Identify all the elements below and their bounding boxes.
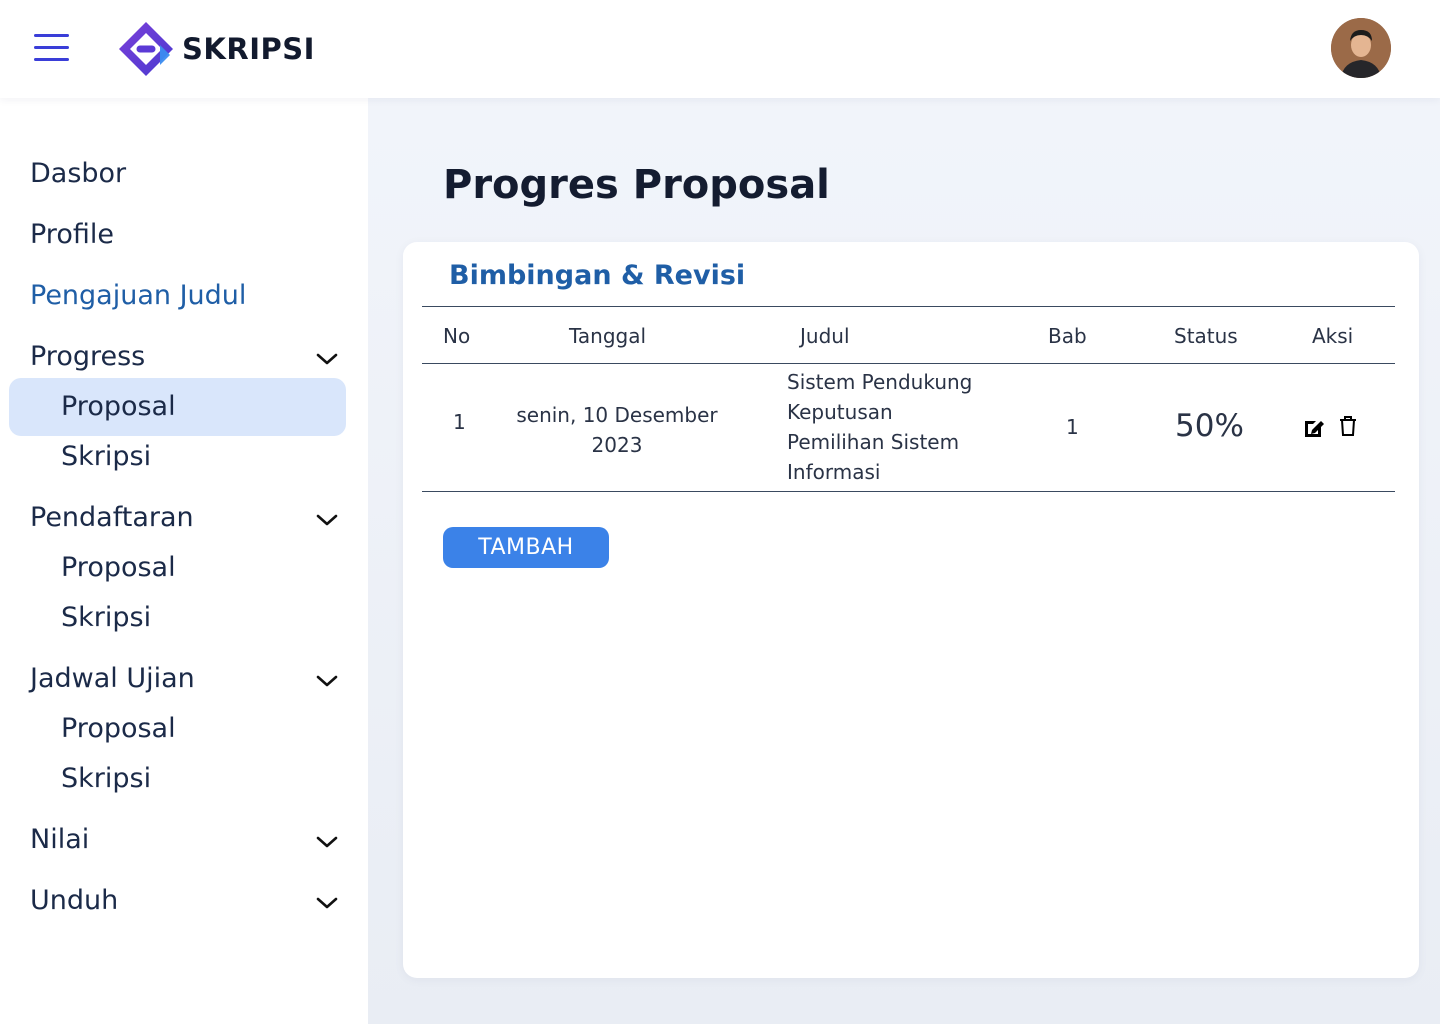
cell-judul-line: Pemilihan Sistem (787, 430, 960, 454)
sidebar-subitem-jadwal-proposal[interactable]: Proposal (61, 713, 176, 744)
sidebar-item-dasbor[interactable]: Dasbor (30, 158, 126, 189)
column-header-bab: Bab (1048, 324, 1087, 348)
cell-judul-line: Sistem Pendukung (787, 370, 973, 394)
hamburger-menu-icon[interactable] (34, 34, 70, 62)
sidebar-subitem-pendaftaran-skripsi[interactable]: Skripsi (61, 602, 151, 633)
cell-judul-line: Keputusan (787, 400, 893, 424)
top-header: SKRIPSI (0, 0, 1440, 98)
hamburger-line (34, 34, 69, 37)
cell-tanggal-line: 2023 (591, 433, 643, 457)
cell-bab: 1 (1066, 415, 1079, 439)
column-header-tanggal: Tanggal (569, 324, 647, 348)
trash-icon[interactable] (1337, 415, 1359, 437)
sidebar-subitem-progress-proposal[interactable]: Proposal (61, 391, 176, 422)
cell-tanggal: senin, 10 Desember 2023 (507, 400, 727, 460)
chevron-down-icon[interactable] (316, 674, 338, 688)
card-title: Bimbingan & Revisi (449, 260, 746, 291)
column-header-status: Status (1174, 324, 1238, 348)
chevron-down-icon[interactable] (316, 896, 338, 910)
sidebar-item-progress[interactable]: Progress (30, 341, 145, 372)
cell-judul-line: Informasi (787, 460, 881, 484)
cell-no: 1 (453, 410, 466, 434)
cell-status: 50% (1175, 408, 1244, 444)
sidebar-item-pendaftaran[interactable]: Pendaftaran (30, 502, 194, 533)
chevron-down-icon[interactable] (316, 513, 338, 527)
table-bottom-divider (422, 491, 1395, 492)
column-header-judul: Judul (800, 324, 850, 348)
sidebar-subitem-jadwal-skripsi[interactable]: Skripsi (61, 763, 151, 794)
hamburger-line (34, 58, 69, 61)
brand-name: SKRIPSI (182, 32, 315, 66)
table-top-divider (422, 306, 1395, 307)
sidebar-subitem-pendaftaran-proposal[interactable]: Proposal (61, 552, 176, 583)
table-header-divider (422, 363, 1395, 364)
column-header-aksi: Aksi (1312, 324, 1354, 348)
sidebar-item-unduh[interactable]: Unduh (30, 885, 118, 916)
brand[interactable]: SKRIPSI (116, 19, 315, 79)
sidebar-item-pengajuan-judul[interactable]: Pengajuan Judul (30, 280, 246, 311)
active-item-highlight (9, 378, 346, 436)
sidebar-subitem-progress-skripsi[interactable]: Skripsi (61, 441, 151, 472)
sidebar-item-profile[interactable]: Profile (30, 219, 114, 250)
column-header-no: No (443, 324, 471, 348)
cell-judul: Sistem Pendukung Keputusan Pemilihan Sis… (787, 367, 997, 487)
chevron-down-icon[interactable] (316, 352, 338, 366)
sidebar-item-nilai[interactable]: Nilai (30, 824, 89, 855)
edit-icon[interactable] (1303, 417, 1325, 439)
add-button[interactable]: TAMBAH (443, 527, 609, 568)
avatar-image (1331, 18, 1391, 78)
cell-tanggal-line: senin, 10 Desember (516, 403, 718, 427)
sidebar: Dasbor Profile Pengajuan Judul Progress … (0, 98, 368, 1024)
progress-card: Bimbingan & Revisi No Tanggal Judul Bab … (403, 242, 1419, 978)
user-avatar[interactable] (1331, 18, 1391, 78)
sidebar-item-jadwal-ujian[interactable]: Jadwal Ujian (30, 663, 195, 694)
page-title: Progres Proposal (443, 162, 830, 208)
chevron-down-icon[interactable] (316, 835, 338, 849)
brand-logo-icon (119, 22, 173, 76)
hamburger-line (34, 46, 69, 49)
